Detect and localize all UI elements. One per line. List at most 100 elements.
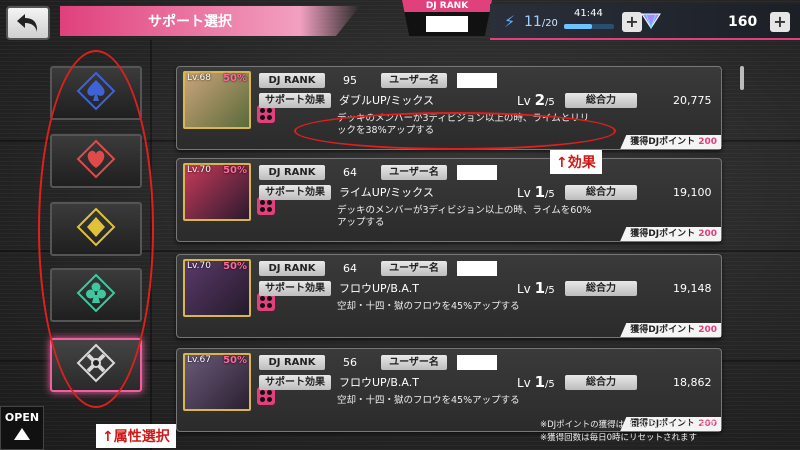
character-portrait: Lv.70 50%	[183, 163, 251, 221]
effect-description: デッキのメンバーが3ディビジョン以上の時、ライムを60%アップする	[337, 205, 592, 228]
open-button[interactable]: OPEN	[0, 406, 44, 450]
team-icon-dot	[260, 296, 265, 301]
team-icon-dot	[260, 390, 265, 395]
note-reset-time: ※獲得回数は毎日0時にリセットされます	[540, 433, 698, 443]
dj-points: 獲得DJポイント 200	[620, 135, 721, 149]
character-portrait: Lv.70 50%	[183, 259, 251, 317]
total-power-label: 総合力	[565, 93, 637, 108]
team-icon-dot	[267, 390, 272, 395]
dj-rank-label: DJ RANK	[259, 355, 325, 370]
support-effect-name: フロウUP/B.A.T	[339, 376, 419, 389]
support-level-max: /5	[545, 97, 555, 108]
user-name-label: ユーザー名	[381, 355, 447, 370]
note-daily-limit: ※DJポイントの獲得は1日20回までとなります	[540, 420, 717, 430]
support-effect-name: ダブルUP/ミックス	[339, 94, 435, 107]
support-level-prefix: Lv	[517, 94, 535, 108]
support-level: Lv 1/5	[517, 185, 555, 202]
dj-points: 獲得DJポイント 200	[620, 227, 721, 241]
player-dj-rank-redacted	[426, 16, 468, 32]
support-level-max: /5	[545, 189, 555, 200]
support-level-current: 1	[534, 183, 546, 201]
support-effect-name: フロウUP/B.A.T	[339, 282, 419, 295]
total-power-value: 20,775	[673, 94, 712, 107]
back-arrow-icon	[17, 14, 38, 32]
total-power-value: 19,148	[673, 282, 712, 295]
dj-rank-value: 95	[343, 74, 357, 87]
stamina-add-button[interactable]: +	[622, 12, 642, 32]
total-power-label: 総合力	[565, 281, 637, 296]
open-button-label: OPEN	[4, 411, 40, 424]
card-percent: 50%	[223, 165, 247, 176]
user-name-label: ユーザー名	[381, 261, 447, 276]
character-portrait: Lv.68 50%	[183, 71, 251, 129]
support-effect-label: サポート効果	[259, 281, 331, 296]
scrollbar[interactable]	[740, 66, 744, 90]
page-title: サポート選択	[60, 6, 360, 36]
gem-add-button[interactable]: +	[770, 12, 790, 32]
stamina-max: /20	[541, 18, 558, 29]
team-icon-dot	[260, 207, 265, 212]
card-level: Lv.67	[187, 355, 211, 365]
total-power-value: 18,862	[673, 376, 712, 389]
card-level: Lv.70	[187, 261, 211, 271]
dj-rank-label: DJ RANK	[259, 261, 325, 276]
user-name-redacted	[457, 355, 497, 370]
dj-rank-value: 56	[343, 356, 357, 369]
team-icon-dot	[267, 108, 272, 113]
support-card[interactable]: Lv.70 50% DJ RANK 64 ユーザー名 サポート効果 ライムUP/ミックス Lv…	[176, 158, 722, 242]
effect-highlight-oval	[294, 112, 616, 150]
stamina-timer: 41:44	[574, 8, 603, 19]
player-dj-rank-label: DJ RANK	[402, 0, 492, 12]
card-level: Lv.70	[187, 165, 211, 175]
support-level-prefix: Lv	[517, 282, 535, 296]
team-icon-dot	[267, 296, 272, 301]
total-power-label: 総合力	[565, 185, 637, 200]
total-power-value: 19,100	[673, 186, 712, 199]
dj-rank-value: 64	[343, 166, 357, 179]
dj-points-label: 獲得DJポイント	[630, 229, 699, 239]
team-icon-dot	[260, 397, 265, 402]
card-percent: 50%	[223, 261, 247, 272]
stamina-icon: ⚡	[504, 12, 516, 31]
total-power-label: 総合力	[565, 375, 637, 390]
support-level-max: /5	[545, 285, 555, 296]
character-portrait: Lv.67 50%	[183, 353, 251, 411]
user-name-label: ユーザー名	[381, 165, 447, 180]
status-bar: ⚡ 11/20 41:44 + 160 +	[490, 4, 800, 40]
dj-points: 獲得DJポイント 200	[620, 323, 721, 337]
team-icon-dot	[260, 108, 265, 113]
support-card[interactable]: Lv.70 50% DJ RANK 64 ユーザー名サポート効果 フロウUP/B.A.T L…	[176, 254, 722, 338]
support-level: Lv 1/5	[517, 281, 555, 298]
gem-icon	[641, 13, 661, 30]
card-percent: 50%	[223, 355, 247, 366]
back-button[interactable]	[6, 6, 50, 40]
open-triangle-icon	[14, 428, 30, 440]
support-level: Lv 2/5	[517, 93, 555, 110]
stamina-count: 11/20	[524, 14, 558, 30]
user-name-label: ユーザー名	[381, 73, 447, 88]
team-icon-dot	[267, 200, 272, 205]
user-name-redacted	[457, 261, 497, 276]
team-icon-dot	[260, 200, 265, 205]
dj-points-value: 200	[698, 137, 717, 147]
effect-description: 空却・十四・獄のフロウを45%アップする	[337, 301, 520, 312]
dj-points-label: 獲得DJポイント	[630, 325, 699, 335]
dj-rank-value: 64	[343, 262, 357, 275]
dj-points-label: 獲得DJポイント	[630, 137, 699, 147]
dj-rank-label: DJ RANK	[259, 73, 325, 88]
stamina-current: 11	[524, 14, 542, 30]
card-level: Lv.68	[187, 73, 211, 83]
support-effect-label: サポート効果	[259, 185, 331, 200]
support-level-current: 1	[534, 373, 546, 391]
dj-points-value: 200	[698, 325, 717, 335]
team-icon-dot	[267, 303, 272, 308]
dj-rank-label: DJ RANK	[259, 165, 325, 180]
support-level-prefix: Lv	[517, 186, 535, 200]
attribute-highlight-oval	[38, 50, 154, 408]
user-name-redacted	[457, 73, 497, 88]
support-effect-label: サポート効果	[259, 93, 331, 108]
gem-count: 160	[728, 14, 758, 30]
team-icon-dot	[260, 303, 265, 308]
effect-annotation: ↑効果	[550, 150, 602, 174]
stamina-bar-fill	[564, 24, 592, 29]
